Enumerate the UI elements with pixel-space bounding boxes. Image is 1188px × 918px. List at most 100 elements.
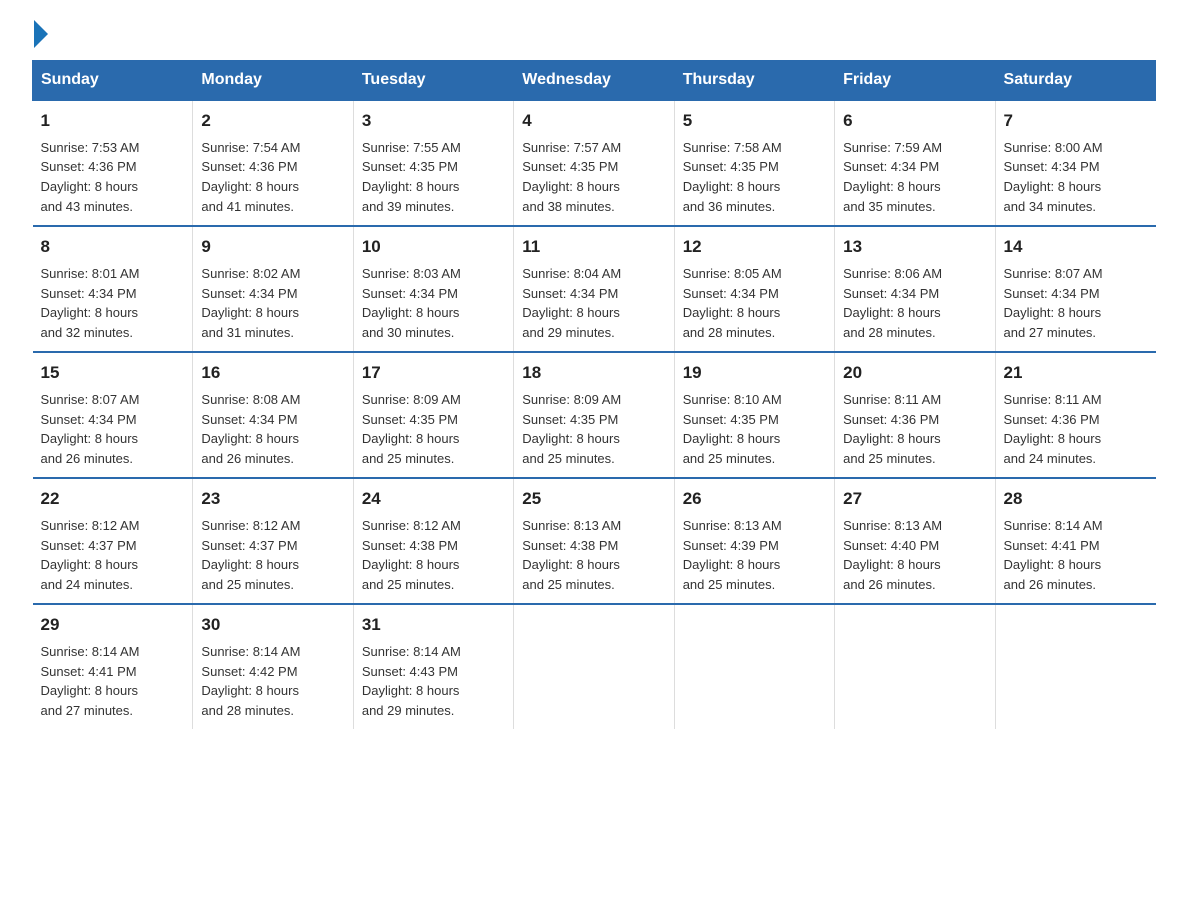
calendar-cell: 9Sunrise: 8:02 AMSunset: 4:34 PMDaylight… bbox=[193, 226, 353, 352]
day-number: 30 bbox=[201, 613, 344, 638]
calendar-cell: 26Sunrise: 8:13 AMSunset: 4:39 PMDayligh… bbox=[674, 478, 834, 604]
calendar-cell: 28 Sunrise: 8:14 AMSunset: 4:41 PMDayligh… bbox=[995, 478, 1155, 604]
day-number: 6 bbox=[843, 109, 986, 134]
day-number: 15 bbox=[41, 361, 185, 386]
day-info: Sunrise: 8:14 AMSunset: 4:43 PMDaylight:… bbox=[362, 644, 461, 719]
day-number: 14 bbox=[1004, 235, 1148, 260]
day-number: 7 bbox=[1004, 109, 1148, 134]
day-info: Sunrise: 8:12 AMSunset: 4:37 PMDaylight:… bbox=[201, 518, 300, 593]
day-number: 4 bbox=[522, 109, 665, 134]
day-number: 23 bbox=[201, 487, 344, 512]
header-saturday: Saturday bbox=[995, 61, 1155, 101]
day-number: 31 bbox=[362, 613, 505, 638]
calendar-cell: 25Sunrise: 8:13 AMSunset: 4:38 PMDayligh… bbox=[514, 478, 674, 604]
day-number: 12 bbox=[683, 235, 826, 260]
calendar-cell bbox=[995, 604, 1155, 729]
day-number: 11 bbox=[522, 235, 665, 260]
day-number: 27 bbox=[843, 487, 986, 512]
day-number: 18 bbox=[522, 361, 665, 386]
day-number: 21 bbox=[1004, 361, 1148, 386]
calendar-cell: 27 Sunrise: 8:13 AMSunset: 4:40 PMDayligh… bbox=[835, 478, 995, 604]
calendar-cell: 11 Sunrise: 8:04 AMSunset: 4:34 PMDayligh… bbox=[514, 226, 674, 352]
day-number: 5 bbox=[683, 109, 826, 134]
calendar-cell: 29 Sunrise: 8:14 AMSunset: 4:41 PMDayligh… bbox=[33, 604, 193, 729]
calendar-week-3: 15 Sunrise: 8:07 AMSunset: 4:34 PMDayligh… bbox=[33, 352, 1156, 478]
day-info: Sunrise: 8:07 AMSunset: 4:34 PMDaylight:… bbox=[1004, 266, 1103, 341]
day-number: 8 bbox=[41, 235, 185, 260]
day-number: 10 bbox=[362, 235, 505, 260]
logo-arrow-icon bbox=[34, 20, 48, 48]
day-info: Sunrise: 8:07 AMSunset: 4:34 PMDaylight:… bbox=[41, 392, 140, 467]
day-info: Sunrise: 8:12 AMSunset: 4:37 PMDaylight:… bbox=[41, 518, 140, 593]
calendar-cell: 30Sunrise: 8:14 AMSunset: 4:42 PMDayligh… bbox=[193, 604, 353, 729]
calendar-cell: 23 Sunrise: 8:12 AMSunset: 4:37 PMDayligh… bbox=[193, 478, 353, 604]
calendar-week-5: 29 Sunrise: 8:14 AMSunset: 4:41 PMDayligh… bbox=[33, 604, 1156, 729]
header-friday: Friday bbox=[835, 61, 995, 101]
calendar-cell: 13 Sunrise: 8:06 AMSunset: 4:34 PMDayligh… bbox=[835, 226, 995, 352]
calendar-cell: 6 Sunrise: 7:59 AMSunset: 4:34 PMDaylight… bbox=[835, 100, 995, 226]
day-number: 29 bbox=[41, 613, 185, 638]
day-number: 19 bbox=[683, 361, 826, 386]
calendar-cell: 2 Sunrise: 7:54 AMSunset: 4:36 PMDaylight… bbox=[193, 100, 353, 226]
day-number: 2 bbox=[201, 109, 344, 134]
day-info: Sunrise: 8:11 AMSunset: 4:36 PMDaylight:… bbox=[843, 392, 941, 467]
calendar-cell bbox=[514, 604, 674, 729]
day-number: 3 bbox=[362, 109, 505, 134]
calendar-cell: 19 Sunrise: 8:10 AMSunset: 4:35 PMDayligh… bbox=[674, 352, 834, 478]
day-number: 1 bbox=[41, 109, 185, 134]
calendar-week-1: 1 Sunrise: 7:53 AMSunset: 4:36 PMDaylight… bbox=[33, 100, 1156, 226]
calendar-cell: 18 Sunrise: 8:09 AMSunset: 4:35 PMDayligh… bbox=[514, 352, 674, 478]
calendar-week-4: 22Sunrise: 8:12 AMSunset: 4:37 PMDayligh… bbox=[33, 478, 1156, 604]
day-info: Sunrise: 8:03 AMSunset: 4:34 PMDaylight:… bbox=[362, 266, 461, 341]
page-header bbox=[32, 24, 1156, 48]
day-number: 16 bbox=[201, 361, 344, 386]
day-number: 24 bbox=[362, 487, 505, 512]
calendar-header-row: SundayMondayTuesdayWednesdayThursdayFrid… bbox=[33, 61, 1156, 101]
day-number: 25 bbox=[522, 487, 665, 512]
calendar-cell: 8 Sunrise: 8:01 AMSunset: 4:34 PMDaylight… bbox=[33, 226, 193, 352]
day-info: Sunrise: 7:57 AMSunset: 4:35 PMDaylight:… bbox=[522, 140, 621, 215]
day-number: 13 bbox=[843, 235, 986, 260]
day-info: Sunrise: 8:08 AMSunset: 4:34 PMDaylight:… bbox=[201, 392, 300, 467]
header-thursday: Thursday bbox=[674, 61, 834, 101]
day-info: Sunrise: 8:09 AMSunset: 4:35 PMDaylight:… bbox=[362, 392, 461, 467]
calendar-cell: 4 Sunrise: 7:57 AMSunset: 4:35 PMDaylight… bbox=[514, 100, 674, 226]
day-info: Sunrise: 7:53 AMSunset: 4:36 PMDaylight:… bbox=[41, 140, 140, 215]
calendar-cell bbox=[835, 604, 995, 729]
day-info: Sunrise: 8:04 AMSunset: 4:34 PMDaylight:… bbox=[522, 266, 621, 341]
header-tuesday: Tuesday bbox=[353, 61, 513, 101]
day-info: Sunrise: 8:09 AMSunset: 4:35 PMDaylight:… bbox=[522, 392, 621, 467]
day-info: Sunrise: 8:12 AMSunset: 4:38 PMDaylight:… bbox=[362, 518, 461, 593]
day-info: Sunrise: 8:05 AMSunset: 4:34 PMDaylight:… bbox=[683, 266, 782, 341]
day-info: Sunrise: 8:13 AMSunset: 4:40 PMDaylight:… bbox=[843, 518, 942, 593]
day-info: Sunrise: 8:01 AMSunset: 4:34 PMDaylight:… bbox=[41, 266, 140, 341]
day-info: Sunrise: 8:13 AMSunset: 4:39 PMDaylight:… bbox=[683, 518, 782, 593]
day-info: Sunrise: 8:14 AMSunset: 4:41 PMDaylight:… bbox=[41, 644, 140, 719]
calendar-cell: 24 Sunrise: 8:12 AMSunset: 4:38 PMDayligh… bbox=[353, 478, 513, 604]
day-info: Sunrise: 7:54 AMSunset: 4:36 PMDaylight:… bbox=[201, 140, 300, 215]
calendar-week-2: 8 Sunrise: 8:01 AMSunset: 4:34 PMDaylight… bbox=[33, 226, 1156, 352]
logo bbox=[32, 24, 50, 48]
calendar-cell: 21 Sunrise: 8:11 AMSunset: 4:36 PMDayligh… bbox=[995, 352, 1155, 478]
day-info: Sunrise: 8:14 AMSunset: 4:41 PMDaylight:… bbox=[1004, 518, 1103, 593]
calendar-cell: 17 Sunrise: 8:09 AMSunset: 4:35 PMDayligh… bbox=[353, 352, 513, 478]
calendar-cell: 1 Sunrise: 7:53 AMSunset: 4:36 PMDaylight… bbox=[33, 100, 193, 226]
day-info: Sunrise: 8:00 AMSunset: 4:34 PMDaylight:… bbox=[1004, 140, 1103, 215]
day-number: 28 bbox=[1004, 487, 1148, 512]
day-number: 17 bbox=[362, 361, 505, 386]
header-wednesday: Wednesday bbox=[514, 61, 674, 101]
calendar-cell: 3 Sunrise: 7:55 AMSunset: 4:35 PMDaylight… bbox=[353, 100, 513, 226]
day-info: Sunrise: 7:58 AMSunset: 4:35 PMDaylight:… bbox=[683, 140, 782, 215]
day-info: Sunrise: 7:59 AMSunset: 4:34 PMDaylight:… bbox=[843, 140, 942, 215]
day-info: Sunrise: 8:02 AMSunset: 4:34 PMDaylight:… bbox=[201, 266, 300, 341]
day-info: Sunrise: 8:11 AMSunset: 4:36 PMDaylight:… bbox=[1004, 392, 1102, 467]
calendar-cell: 5 Sunrise: 7:58 AMSunset: 4:35 PMDaylight… bbox=[674, 100, 834, 226]
day-info: Sunrise: 7:55 AMSunset: 4:35 PMDaylight:… bbox=[362, 140, 461, 215]
calendar-cell: 16 Sunrise: 8:08 AMSunset: 4:34 PMDayligh… bbox=[193, 352, 353, 478]
calendar-cell: 10 Sunrise: 8:03 AMSunset: 4:34 PMDayligh… bbox=[353, 226, 513, 352]
day-info: Sunrise: 8:06 AMSunset: 4:34 PMDaylight:… bbox=[843, 266, 942, 341]
day-info: Sunrise: 8:10 AMSunset: 4:35 PMDaylight:… bbox=[683, 392, 782, 467]
header-monday: Monday bbox=[193, 61, 353, 101]
calendar-cell bbox=[674, 604, 834, 729]
calendar-table: SundayMondayTuesdayWednesdayThursdayFrid… bbox=[32, 60, 1156, 729]
